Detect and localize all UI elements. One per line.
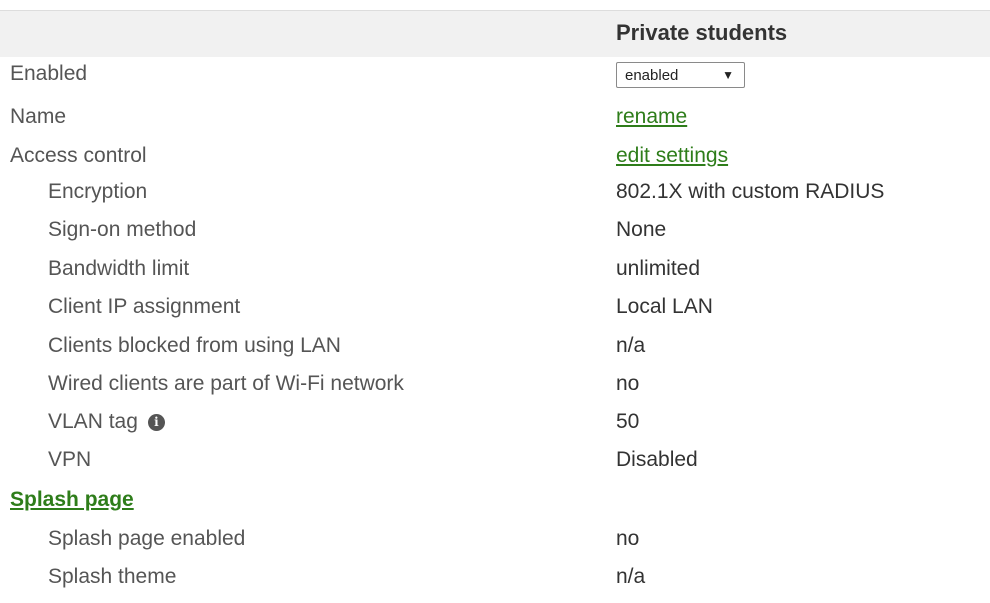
- encryption-label: Encryption: [48, 180, 148, 203]
- splash-page-enabled-label: Splash page enabled: [48, 527, 246, 550]
- vlan-tag-label-wrap: VLAN tag i: [48, 410, 165, 434]
- chevron-down-icon: ▼: [722, 68, 734, 82]
- clients-blocked-lan-value: n/a: [616, 334, 646, 357]
- row-encryption: Encryption 802.1X with custom RADIUS: [0, 180, 990, 218]
- enabled-select-value: enabled: [625, 67, 679, 84]
- row-clients-blocked-lan: Clients blocked from using LAN n/a: [0, 334, 990, 372]
- vlan-tag-value: 50: [616, 410, 640, 433]
- column-title: Private students: [616, 20, 788, 45]
- row-vpn: VPN Disabled: [0, 448, 990, 486]
- row-name: Name rename: [0, 105, 990, 143]
- row-bandwidth-limit: Bandwidth limit unlimited: [0, 257, 990, 295]
- client-ip-assignment-label: Client IP assignment: [48, 295, 241, 318]
- row-enabled: Enabled enabled ▼: [0, 62, 990, 100]
- access-control-label: Access control: [10, 144, 147, 167]
- clients-blocked-lan-label: Clients blocked from using LAN: [48, 334, 341, 357]
- bandwidth-limit-label: Bandwidth limit: [48, 257, 190, 280]
- row-splash-theme: Splash theme n/a: [0, 565, 990, 603]
- splash-page-link[interactable]: Splash page: [10, 488, 134, 512]
- bandwidth-limit-value: unlimited: [616, 257, 701, 280]
- splash-page-enabled-value: no: [616, 527, 640, 550]
- row-sign-on-method: Sign-on method None: [0, 218, 990, 256]
- sign-on-method-label: Sign-on method: [48, 218, 197, 241]
- row-vlan-tag: VLAN tag i 50: [0, 410, 990, 448]
- row-access-control: Access control edit settings: [0, 144, 990, 182]
- enabled-label: Enabled: [10, 62, 88, 85]
- encryption-value: 802.1X with custom RADIUS: [616, 180, 885, 203]
- vpn-value: Disabled: [616, 448, 698, 471]
- info-icon[interactable]: i: [147, 414, 165, 431]
- rename-link[interactable]: rename: [616, 105, 687, 129]
- vlan-tag-label: VLAN tag: [48, 410, 138, 433]
- splash-theme-value: n/a: [616, 565, 646, 588]
- sign-on-method-value: None: [616, 218, 667, 241]
- enabled-select[interactable]: enabled ▼: [616, 62, 745, 88]
- edit-settings-link[interactable]: edit settings: [616, 144, 728, 168]
- row-wired-clients: Wired clients are part of Wi-Fi network …: [0, 372, 990, 410]
- row-splash-page-section: Splash page: [0, 488, 990, 526]
- name-label: Name: [10, 105, 67, 128]
- wired-clients-label: Wired clients are part of Wi-Fi network: [48, 372, 404, 395]
- row-splash-page-enabled: Splash page enabled no: [0, 527, 990, 565]
- vpn-label: VPN: [48, 448, 92, 471]
- table-header-bar: [0, 10, 990, 57]
- wired-clients-value: no: [616, 372, 640, 395]
- splash-theme-label: Splash theme: [48, 565, 177, 588]
- client-ip-assignment-value: Local LAN: [616, 295, 713, 318]
- row-client-ip-assignment: Client IP assignment Local LAN: [0, 295, 990, 333]
